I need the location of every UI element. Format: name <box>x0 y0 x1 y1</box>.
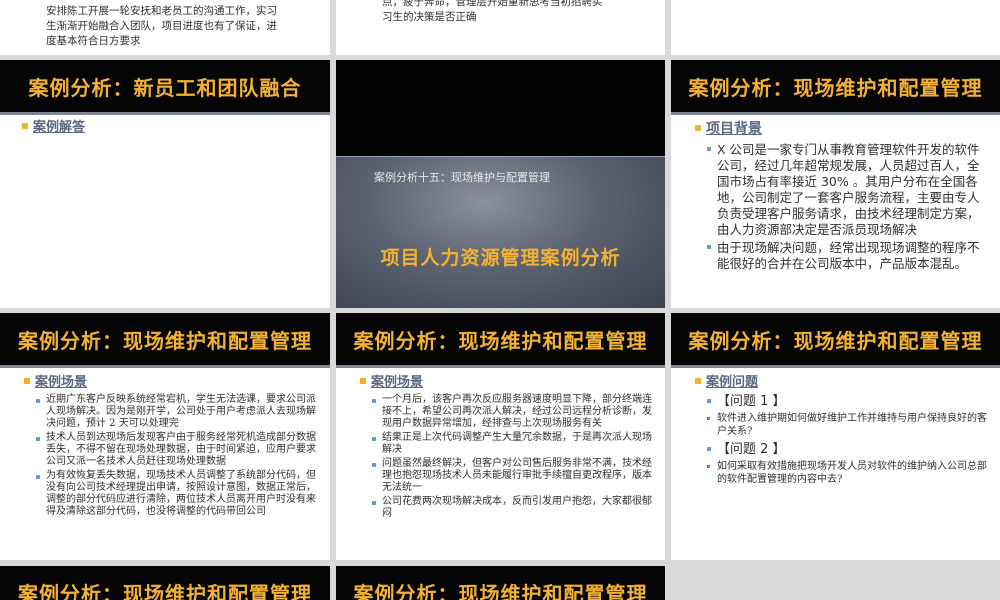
list-item: 技术人员到达现场后发现客户由于服务经常死机造成部分数据丢失，不得不留在现场处理数… <box>36 432 318 468</box>
title-bar: 案例分析：现场维护和配置管理 <box>671 60 1000 115</box>
section-heading: 案例解答 <box>33 120 86 135</box>
slide-title: 案例分析：现场维护和配置管理 <box>18 329 312 353</box>
question-1-label: 【问题 1 】 <box>707 394 988 410</box>
square-bullet-icon <box>360 377 366 384</box>
list-item: 结果正是上次代码调整产生大量冗余数据，于是再次派人现场解决 <box>372 432 653 456</box>
text-line: 度基本符合日方要求 <box>46 35 141 47</box>
question-1-detail: 软件进入维护期如何做好维护工作并维持与用户保持良好的客户关系? <box>707 412 988 438</box>
list-item: 软件进入维护期如何做好维护工作并维持与用户保持良好的客户关系? <box>707 412 988 438</box>
cover-panel: 案例分析十五：现场维护与配置管理 项目人力资源管理案例分析 <box>336 156 665 308</box>
list-item: 公司花费两次现场解决成本，反而引发用户抱怨，大家都很郁闷 <box>372 496 653 520</box>
slide-body: 案例场景 一个月后，该客户再次反应服务器速度明显下降，部分终端连接不上，希望公司… <box>360 371 653 522</box>
list-item: X 公司是一家专门从事教育管理软件开发的软件公司，经过几年超常规发展，人员超过百… <box>707 142 988 238</box>
section-heading: 案例场景 <box>371 375 424 390</box>
list-item: 问题虽然最终解决，但客户对公司售后服务非常不满，技术经理也抱怨现场技术人员未能履… <box>372 458 653 494</box>
slide-top-right[interactable] <box>671 0 1000 55</box>
square-bullet-icon <box>22 122 28 129</box>
text-line: 生渐渐开始融合入团队，项目进度也有了保证，进 <box>46 20 277 32</box>
title-bar: 案例分析：新员工和团队融合 <box>0 60 330 115</box>
slide-cover[interactable]: 案例分析十五：现场维护与配置管理 项目人力资源管理案例分析 <box>336 60 665 308</box>
text-line: 习生的决策是否正确 <box>382 11 477 23</box>
question-list: 【问题 1 】 <box>707 394 988 410</box>
section-heading: 案例场景 <box>35 375 88 390</box>
list-item: 如何采取有效措施把现场开发人员对软件的维护纳入公司总部的软件配置管理的内容中去? <box>707 460 988 486</box>
square-bullet-icon <box>695 125 701 131</box>
cover-title: 项目人力资源管理案例分析 <box>380 247 621 269</box>
list-item: 为有效恢复丢失数据，现场技术人员调整了系统部分代码，但没有向公司技术经理提出申请… <box>36 470 318 518</box>
text-line: 安排陈工开展一轮安抚和老员工的沟通工作，实习 <box>46 5 277 17</box>
slide-body: 项目背景 X 公司是一家专门从事教育管理软件开发的软件公司，经过几年超常规发展，… <box>695 118 988 274</box>
list-item: 一个月后，该客户再次反应服务器速度明显下降，部分终端连接不上，希望公司再次派人解… <box>372 394 653 430</box>
slide-title: 案例分析：现场维护和配置管理 <box>353 582 648 600</box>
title-bar: 案例分析：现场维护和配置管理 <box>336 566 665 600</box>
slide-body: 案例解答 <box>22 116 318 139</box>
list-item: 近期广东客户反映系统经常宕机，学生无法选课，要求公司派人现场解决。因为是刚开学，… <box>36 394 318 430</box>
slide-top-middle[interactable]: 点，疲于奔命，管理层开始重新思考当初招聘实 习生的决策是否正确 <box>336 0 665 55</box>
bullet-list: 一个月后，该客户再次反应服务器速度明显下降，部分终端连接不上，希望公司再次派人解… <box>372 394 653 520</box>
slide-title: 案例分析：现场维护和配置管理 <box>688 76 983 100</box>
slide-scene-1[interactable]: 案例分析：现场维护和配置管理 案例场景 近期广东客户反映系统经常宕机，学生无法选… <box>0 313 330 560</box>
title-bar: 案例分析：现场维护和配置管理 <box>336 313 665 368</box>
question-2-label: 【问题 2 】 <box>707 442 988 458</box>
slide-team-fusion[interactable]: 案例分析：新员工和团队融合 案例解答 <box>0 60 330 308</box>
slide-project-background[interactable]: 案例分析：现场维护和配置管理 项目背景 X 公司是一家专门从事教育管理软件开发的… <box>671 60 1000 308</box>
slide-body: 案例问题 【问题 1 】 软件进入维护期如何做好维护工作并维持与用户保持良好的客… <box>695 371 988 490</box>
slide-scene-2[interactable]: 案例分析：现场维护和配置管理 案例场景 一个月后，该客户再次反应服务器速度明显下… <box>336 313 665 560</box>
list-item: 由于现场解决问题，经常出现现场调整的程序不能很好的合并在公司版本中，产品版本混乱… <box>707 240 988 272</box>
question-2-detail: 如何采取有效措施把现场开发人员对软件的维护纳入公司总部的软件配置管理的内容中去? <box>707 460 988 486</box>
square-bullet-icon <box>695 377 701 384</box>
slide-questions[interactable]: 案例分析：现场维护和配置管理 案例问题 【问题 1 】 软件进入维护期如何做好维… <box>671 313 1000 560</box>
bullet-list: X 公司是一家专门从事教育管理软件开发的软件公司，经过几年超常规发展，人员超过百… <box>707 142 988 272</box>
slide-bottom-middle[interactable]: 案例分析：现场维护和配置管理 <box>336 566 665 600</box>
text-line: 点，疲于奔命，管理层开始重新思考当初招聘实 <box>382 0 603 8</box>
section-heading: 项目背景 <box>706 121 762 137</box>
slide-title: 案例分析：现场维护和配置管理 <box>18 582 312 600</box>
slide-title: 案例分析：现场维护和配置管理 <box>353 329 648 353</box>
square-bullet-icon <box>24 377 30 384</box>
slide-bottom-left[interactable]: 案例分析：现场维护和配置管理 <box>0 566 330 600</box>
slide-title: 案例分析：新员工和团队融合 <box>28 76 302 100</box>
section-heading: 案例问题 <box>706 375 759 390</box>
cover-subtitle: 案例分析十五：现场维护与配置管理 <box>374 171 550 184</box>
title-bar: 案例分析：现场维护和配置管理 <box>0 566 330 600</box>
bullet-list: 近期广东客户反映系统经常宕机，学生无法选课，要求公司派人现场解决。因为是刚开学，… <box>36 394 318 518</box>
slide-body: 案例场景 近期广东客户反映系统经常宕机，学生无法选课，要求公司派人现场解决。因为… <box>24 371 318 520</box>
slide-top-left[interactable]: 安排陈工开展一轮安抚和老员工的沟通工作，实习 生渐渐开始融合入团队，项目进度也有… <box>0 0 330 55</box>
title-bar: 案例分析：现场维护和配置管理 <box>671 313 1000 368</box>
slide-title: 案例分析：现场维护和配置管理 <box>688 329 983 353</box>
question-list: 【问题 2 】 <box>707 442 988 458</box>
title-bar: 案例分析：现场维护和配置管理 <box>0 313 330 368</box>
